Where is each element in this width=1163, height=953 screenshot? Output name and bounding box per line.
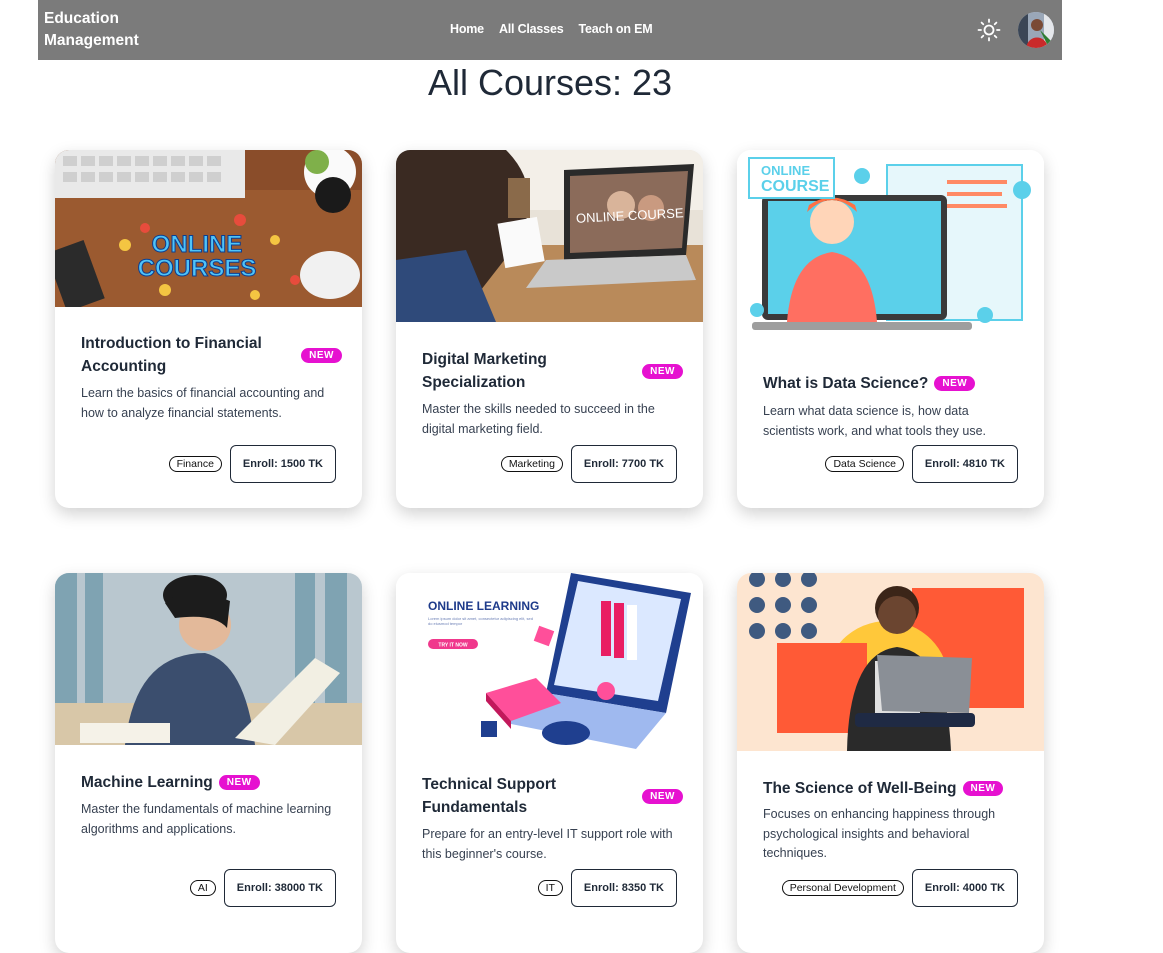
nav-link-home[interactable]: Home [450, 22, 484, 36]
brand-line-2: Management [44, 32, 139, 49]
course-image [55, 573, 362, 745]
course-title-row: Introduction to Financial Accounting NEW [81, 332, 342, 378]
enroll-button[interactable]: Enroll: 38000 TK [223, 869, 336, 907]
enroll-button[interactable]: Enroll: 1500 TK [229, 445, 336, 483]
new-badge: NEW [218, 775, 260, 790]
category-tag: Data Science [825, 456, 904, 472]
new-badge: NEW [962, 781, 1004, 796]
course-image: ONLINE COURSE [737, 150, 1044, 346]
nav-link-all-classes[interactable]: All Classes [499, 22, 564, 36]
course-title: Introduction to Financial Accounting [81, 335, 262, 375]
course-card: ONLINE LEARNING Lorem ipsum dolor sit am… [396, 573, 703, 953]
sun-icon [977, 18, 1001, 42]
nav-link-teach-on-em[interactable]: Teach on EM [578, 22, 652, 36]
image-text-online: ONLINE [761, 163, 810, 178]
course-footer: IT Enroll: 8350 TK [537, 869, 677, 907]
brand-line-1: Education [44, 10, 119, 27]
image-text-online-learning: ONLINE LEARNING [428, 599, 539, 613]
course-title-row: Digital Marketing Specialization NEW [422, 348, 683, 394]
course-footer: Finance Enroll: 1500 TK [168, 445, 336, 483]
new-badge: NEW [642, 788, 683, 804]
course-card: ONLINE COURSE Digital Marketing Speciali… [396, 150, 703, 508]
course-description: Learn the basics of financial accounting… [81, 386, 325, 420]
enroll-button[interactable]: Enroll: 4810 TK [911, 445, 1018, 483]
course-description: Prepare for an entry-level IT support ro… [422, 827, 673, 861]
course-image: ONLINE COURSE [396, 150, 703, 322]
course-title: Technical Support Fundamentals [422, 776, 557, 816]
course-footer: Personal Development Enroll: 4000 TK [781, 869, 1018, 907]
category-tag: Marketing [500, 456, 563, 472]
nav-links: Home All Classes Teach on EM [450, 22, 653, 36]
course-title: What is Data Science? [763, 375, 929, 392]
course-description: Learn what data science is, how data sci… [763, 404, 987, 438]
course-title-row: The Science of Well-Being NEW [763, 777, 1024, 800]
course-footer: Marketing Enroll: 7700 TK [500, 445, 677, 483]
course-description: Master the fundamentals of machine learn… [81, 802, 332, 836]
enroll-button[interactable]: Enroll: 4000 TK [911, 869, 1018, 907]
category-tag: AI [189, 880, 216, 896]
new-badge: NEW [642, 363, 683, 379]
image-text-try-it-now: TRY IT NOW [438, 643, 467, 649]
course-image [737, 573, 1044, 751]
course-footer: AI Enroll: 38000 TK [189, 869, 336, 907]
course-title-row: Technical Support Fundamentals NEW [422, 773, 683, 819]
brand-logo[interactable]: Education Management [44, 8, 174, 52]
page-title: All Courses: 23 [427, 62, 673, 103]
course-image: ONLINE LEARNING Lorem ipsum dolor sit am… [396, 573, 703, 749]
enroll-button[interactable]: Enroll: 7700 TK [570, 445, 677, 483]
course-card: Machine Learning NEW Master the fundamen… [55, 573, 362, 953]
course-title: The Science of Well-Being [763, 780, 957, 797]
course-title: Digital Marketing Specialization [422, 351, 547, 391]
course-description: Master the skills needed to succeed in t… [422, 402, 655, 436]
category-tag: Finance [168, 456, 222, 472]
course-title: Machine Learning [81, 774, 213, 791]
image-text-courses: COURSES [138, 255, 257, 282]
category-tag: IT [537, 880, 563, 896]
course-card: ONLINE COURSES Introduction to Financial… [55, 150, 362, 508]
image-text-online: ONLINE [152, 231, 243, 258]
new-badge: NEW [934, 376, 976, 391]
course-card: ONLINE COURSE What is Data Science? NEW … [737, 150, 1044, 508]
course-image: ONLINE COURSES [55, 150, 362, 307]
category-tag: Personal Development [781, 880, 904, 896]
course-description: Focuses on enhancing happiness through p… [763, 807, 996, 860]
image-lorem-text: Lorem ipsum dolor sit amet, consectetur … [428, 616, 533, 626]
image-text-course: COURSE [761, 178, 830, 195]
user-avatar[interactable] [1018, 12, 1054, 48]
course-title-row: What is Data Science? NEW [763, 372, 1024, 395]
course-footer: Data Science Enroll: 4810 TK [825, 445, 1018, 483]
navbar: Education Management Home All Classes Te… [38, 0, 1062, 60]
enroll-button[interactable]: Enroll: 8350 TK [570, 869, 677, 907]
theme-toggle-button[interactable] [977, 18, 1001, 42]
new-badge: NEW [301, 347, 342, 363]
course-card: The Science of Well-Being NEW Focuses on… [737, 573, 1044, 953]
course-title-row: Machine Learning NEW [81, 771, 342, 794]
